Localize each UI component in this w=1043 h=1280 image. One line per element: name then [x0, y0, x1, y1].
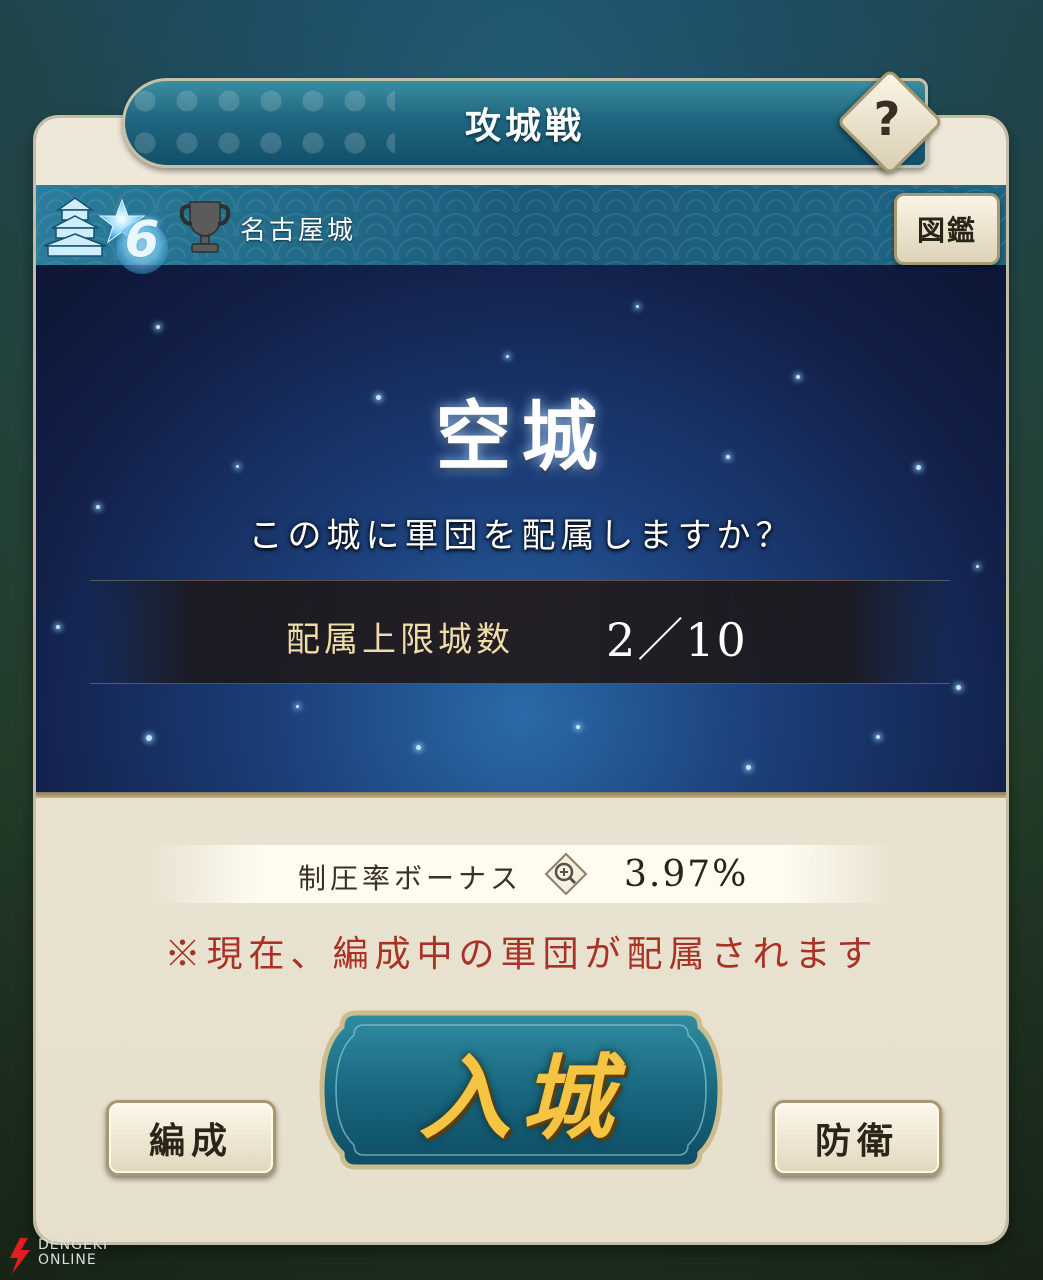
- sky-star: [156, 325, 160, 329]
- magnify-plus-icon[interactable]: [544, 852, 588, 896]
- sky-star: [506, 355, 509, 358]
- castle-name: 名古屋城: [240, 216, 357, 246]
- sky-star: [416, 745, 421, 750]
- dialog-title: 攻城戦: [464, 105, 585, 147]
- watermark-text: DENGEKI ONLINE: [38, 1238, 108, 1268]
- enter-castle-label[interactable]: 入城: [316, 1010, 726, 1170]
- limit-label: 配属上限城数: [286, 620, 514, 660]
- assignment-notice: ※現在、編成中の軍団が配属されます: [164, 934, 879, 975]
- castle-status-heading: 空城: [435, 392, 608, 481]
- question-mark-icon[interactable]: ?: [852, 84, 922, 154]
- bonus-label: 制圧率ボーナス: [298, 862, 523, 895]
- castle-grade: 6: [124, 210, 160, 268]
- sky-star: [146, 735, 152, 741]
- sky-star: [876, 735, 880, 739]
- sky-star: [576, 725, 580, 729]
- limit-bar: [90, 580, 950, 684]
- watermark-line1: DENGEKI: [38, 1237, 109, 1253]
- encyclopedia-button[interactable]: 図鑑: [894, 193, 1000, 265]
- sky-star: [746, 765, 751, 770]
- defense-button[interactable]: 防衛: [772, 1100, 942, 1176]
- title-banner: 攻城戦: [122, 78, 928, 168]
- sky-star: [976, 565, 979, 568]
- panel-divider: [36, 792, 1006, 798]
- trophy-icon: [179, 201, 231, 253]
- sky-star: [636, 305, 639, 308]
- formation-button[interactable]: 編成: [106, 1100, 276, 1176]
- limit-value: 2／10: [606, 613, 748, 667]
- sky-star: [296, 705, 299, 708]
- bonus-value: 3.97%: [624, 854, 749, 895]
- watermark-line2: ONLINE: [38, 1252, 97, 1268]
- sky-star: [956, 685, 961, 690]
- sky-star: [56, 625, 60, 629]
- assignment-question: この城に軍団を配属しますか？: [248, 516, 795, 556]
